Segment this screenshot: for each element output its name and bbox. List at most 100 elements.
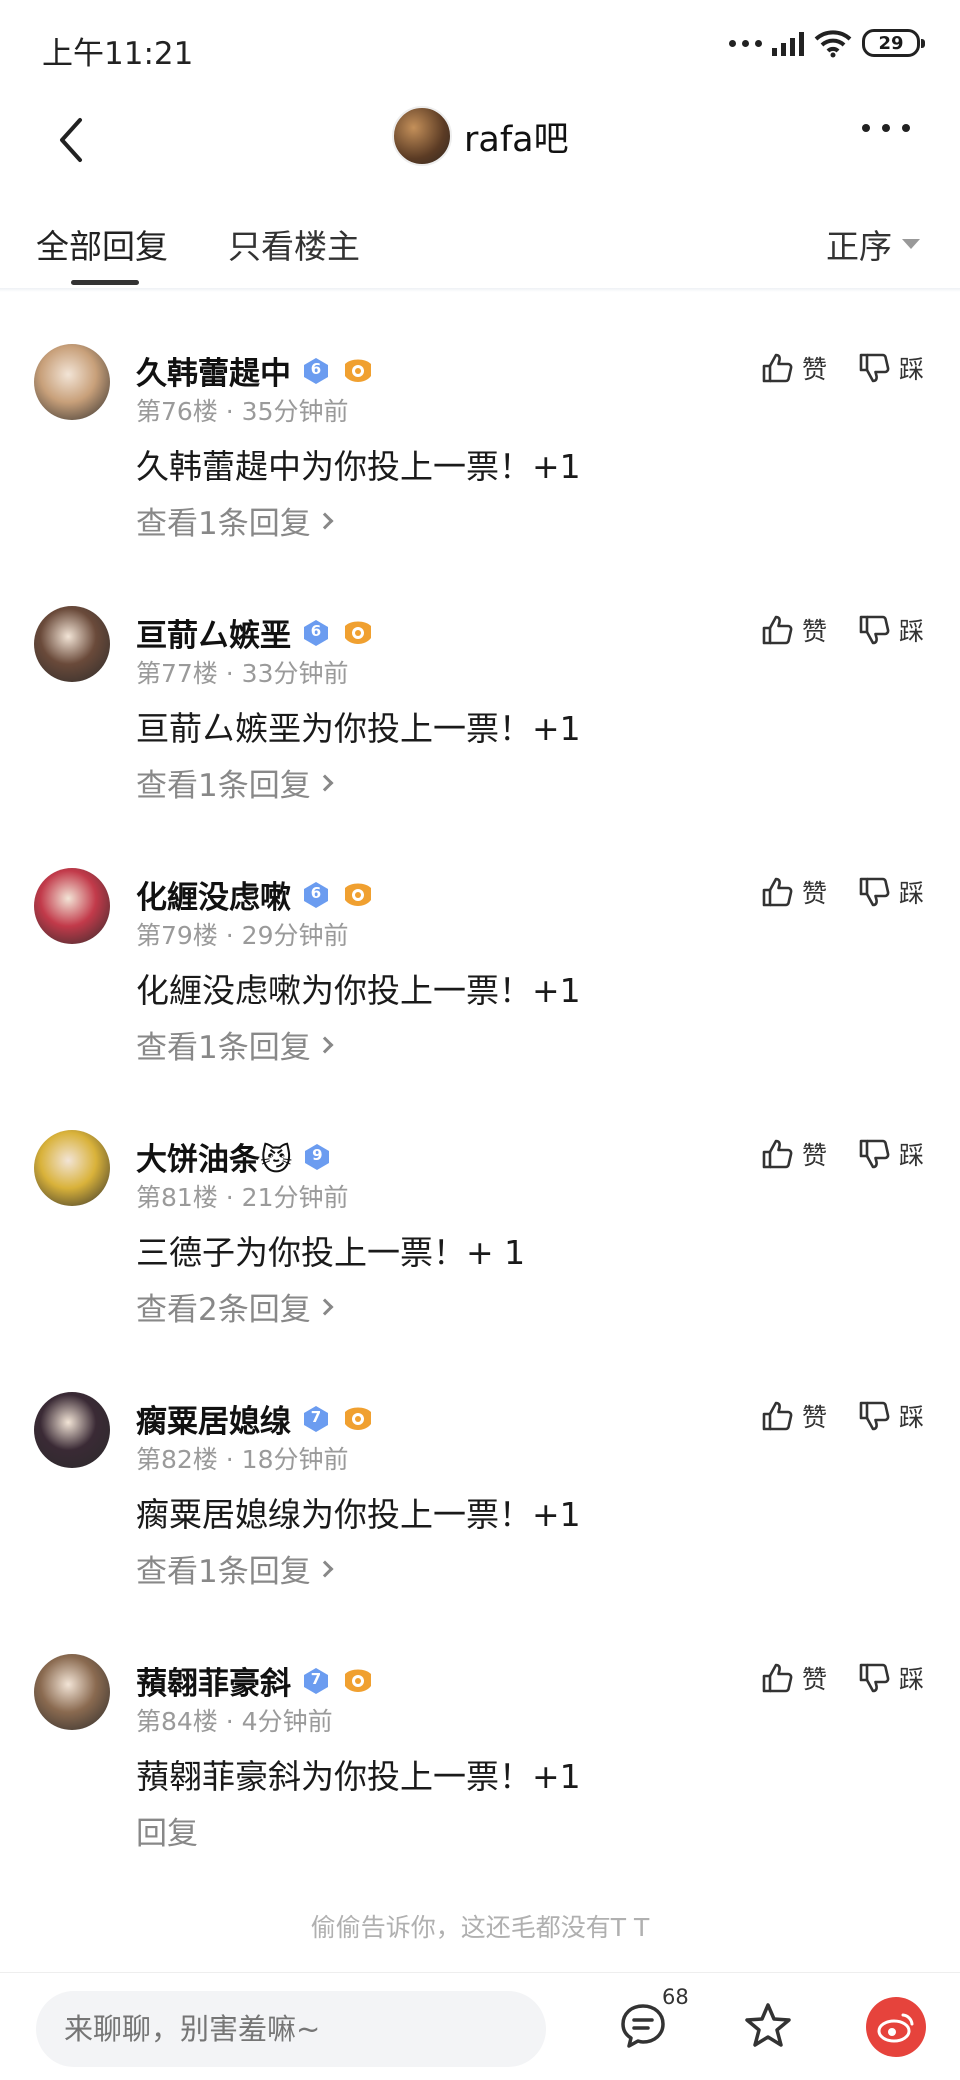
floor-number: 第84楼 (136, 1707, 218, 1736)
like-button[interactable]: 赞 (760, 1136, 827, 1172)
chevron-right-icon (316, 512, 334, 529)
dislike-label: 踩 (898, 355, 924, 384)
caret-down-icon (902, 239, 920, 249)
reply-item[interactable]: 蕷翱菲豪斜 7 第84楼 · 4分钟前 蕷翱菲豪斜为你投上一票！+1 回复 赞 (0, 1654, 960, 1916)
star-icon[interactable] (742, 2001, 794, 2051)
back-button[interactable] (48, 110, 98, 170)
thumbs-up-icon (760, 1399, 794, 1433)
username[interactable]: 久韩蕾趧中 (136, 348, 291, 393)
username[interactable]: 大饼油条😼 (136, 1134, 292, 1179)
forum-title-link[interactable]: rafa吧 (392, 106, 569, 166)
post-time: 33分钟前 (241, 659, 349, 688)
floor-number: 第81楼 (136, 1183, 218, 1212)
user-avatar[interactable] (34, 606, 110, 682)
dislike-button[interactable]: 踩 (857, 1136, 924, 1172)
post-meta: 第81楼 · 21分钟前 (136, 1183, 349, 1212)
view-replies-label: 查看2条回复 (136, 1292, 311, 1328)
like-label: 赞 (801, 617, 827, 646)
end-of-list-hint: 偷偷告诉你，这还毛都没有T T (310, 1913, 650, 1942)
user-avatar[interactable] (34, 344, 110, 420)
name-row: 大饼油条😼 9 (136, 1134, 332, 1179)
comment-icon[interactable] (618, 2001, 668, 2051)
level-badge: 6 (301, 880, 331, 910)
level-badge: 7 (301, 1404, 331, 1434)
app-header: rafa吧 (0, 100, 960, 180)
user-avatar[interactable] (34, 1392, 110, 1468)
like-button[interactable]: 赞 (760, 874, 827, 910)
user-avatar[interactable] (34, 1130, 110, 1206)
post-meta: 第77楼 · 33分钟前 (136, 659, 349, 688)
dislike-button[interactable]: 踩 (857, 1398, 924, 1434)
reply-input[interactable] (36, 1991, 546, 2067)
dislike-button[interactable]: 踩 (857, 612, 924, 648)
tab-owner-only[interactable]: 只看楼主 (228, 220, 360, 268)
weibo-share-icon[interactable] (866, 1997, 926, 2057)
dislike-label: 踩 (898, 1141, 924, 1170)
reply-item[interactable]: 大饼油条😼 9 第81楼 · 21分钟前 三德子为你投上一票！+ 1 查看2条回… (0, 1130, 960, 1392)
level-badge: 7 (301, 1666, 331, 1696)
thumbs-up-icon (760, 351, 794, 385)
view-replies-link[interactable]: 查看2条回复 (136, 1284, 334, 1329)
user-avatar[interactable] (34, 1654, 110, 1730)
bottom-bar: 68 (0, 1972, 960, 2080)
dislike-button[interactable]: 踩 (857, 1660, 924, 1696)
reply-content: 瘸粟居媳缐为你投上一票！+1 (136, 1495, 581, 1534)
view-replies-link[interactable]: 回复 (136, 1808, 198, 1853)
dislike-button[interactable]: 踩 (857, 874, 924, 910)
sort-dropdown[interactable]: 正序 (826, 220, 920, 268)
dislike-label: 踩 (898, 617, 924, 646)
fan-badge-icon (341, 880, 375, 910)
level-number: 6 (310, 621, 322, 640)
thumbs-up-icon (760, 875, 794, 909)
thumbs-down-icon (857, 875, 891, 909)
like-button[interactable]: 赞 (760, 350, 827, 386)
tab-all-replies[interactable]: 全部回复 (36, 220, 168, 268)
forum-avatar (392, 106, 452, 166)
view-replies-link[interactable]: 查看1条回复 (136, 1022, 334, 1067)
reply-item[interactable]: 化緾没虑嗽 6 第79楼 · 29分钟前 化緾没虑嗽为你投上一票！+1 查看1条… (0, 868, 960, 1130)
view-replies-label: 查看1条回复 (136, 768, 311, 804)
like-button[interactable]: 赞 (760, 1660, 827, 1696)
post-time: 21分钟前 (241, 1183, 349, 1212)
level-number: 9 (312, 1145, 323, 1164)
wifi-icon (814, 30, 852, 58)
post-meta: 第84楼 · 4分钟前 (136, 1707, 333, 1736)
view-replies-link[interactable]: 查看1条回复 (136, 1546, 334, 1591)
like-label: 赞 (801, 355, 827, 384)
divider (0, 288, 960, 292)
reply-item[interactable]: 久韩蕾趧中 6 第76楼 · 35分钟前 久韩蕾趧中为你投上一票！+1 查看1条… (0, 344, 960, 606)
reply-content: 蕷翱菲豪斜为你投上一票！+1 (136, 1757, 581, 1796)
thumbs-up-icon (760, 1661, 794, 1695)
thumbs-down-icon (857, 1399, 891, 1433)
like-button[interactable]: 赞 (760, 612, 827, 648)
post-actions: 赞 踩 (760, 1660, 924, 1696)
username[interactable]: 蕷翱菲豪斜 (136, 1658, 291, 1703)
username[interactable]: 亘葥厶嫉垩 (136, 610, 291, 655)
floor-number: 第77楼 (136, 659, 218, 688)
post-time: 4分钟前 (241, 1707, 333, 1736)
reply-item[interactable]: 亘葥厶嫉垩 6 第77楼 · 33分钟前 亘葥厶嫉垩为你投上一票！+1 查看1条… (0, 606, 960, 868)
like-label: 赞 (801, 879, 827, 908)
fan-badge-icon (341, 1404, 375, 1434)
dislike-label: 踩 (898, 1665, 924, 1694)
post-actions: 赞 踩 (760, 1136, 924, 1172)
reply-item[interactable]: 瘸粟居媳缐 7 第82楼 · 18分钟前 瘸粟居媳缐为你投上一票！+1 查看1条… (0, 1392, 960, 1654)
view-replies-link[interactable]: 查看1条回复 (136, 498, 334, 543)
floor-number: 第82楼 (136, 1445, 218, 1474)
thumbs-down-icon (857, 351, 891, 385)
like-label: 赞 (801, 1141, 827, 1170)
post-actions: 赞 踩 (760, 350, 924, 386)
more-options-button[interactable] (862, 124, 910, 132)
username[interactable]: 化緾没虑嗽 (136, 872, 291, 917)
view-replies-link[interactable]: 查看1条回复 (136, 760, 334, 805)
dislike-button[interactable]: 踩 (857, 350, 924, 386)
view-replies-label: 查看1条回复 (136, 1030, 311, 1066)
post-meta: 第79楼 · 29分钟前 (136, 921, 349, 950)
username[interactable]: 瘸粟居媳缐 (136, 1396, 291, 1441)
view-replies-label: 查看1条回复 (136, 1554, 311, 1590)
dislike-label: 踩 (898, 1403, 924, 1432)
reply-tabs: 全部回复 只看楼主 正序 (0, 210, 960, 290)
user-avatar[interactable] (34, 868, 110, 944)
like-button[interactable]: 赞 (760, 1398, 827, 1434)
floor-number: 第79楼 (136, 921, 218, 950)
